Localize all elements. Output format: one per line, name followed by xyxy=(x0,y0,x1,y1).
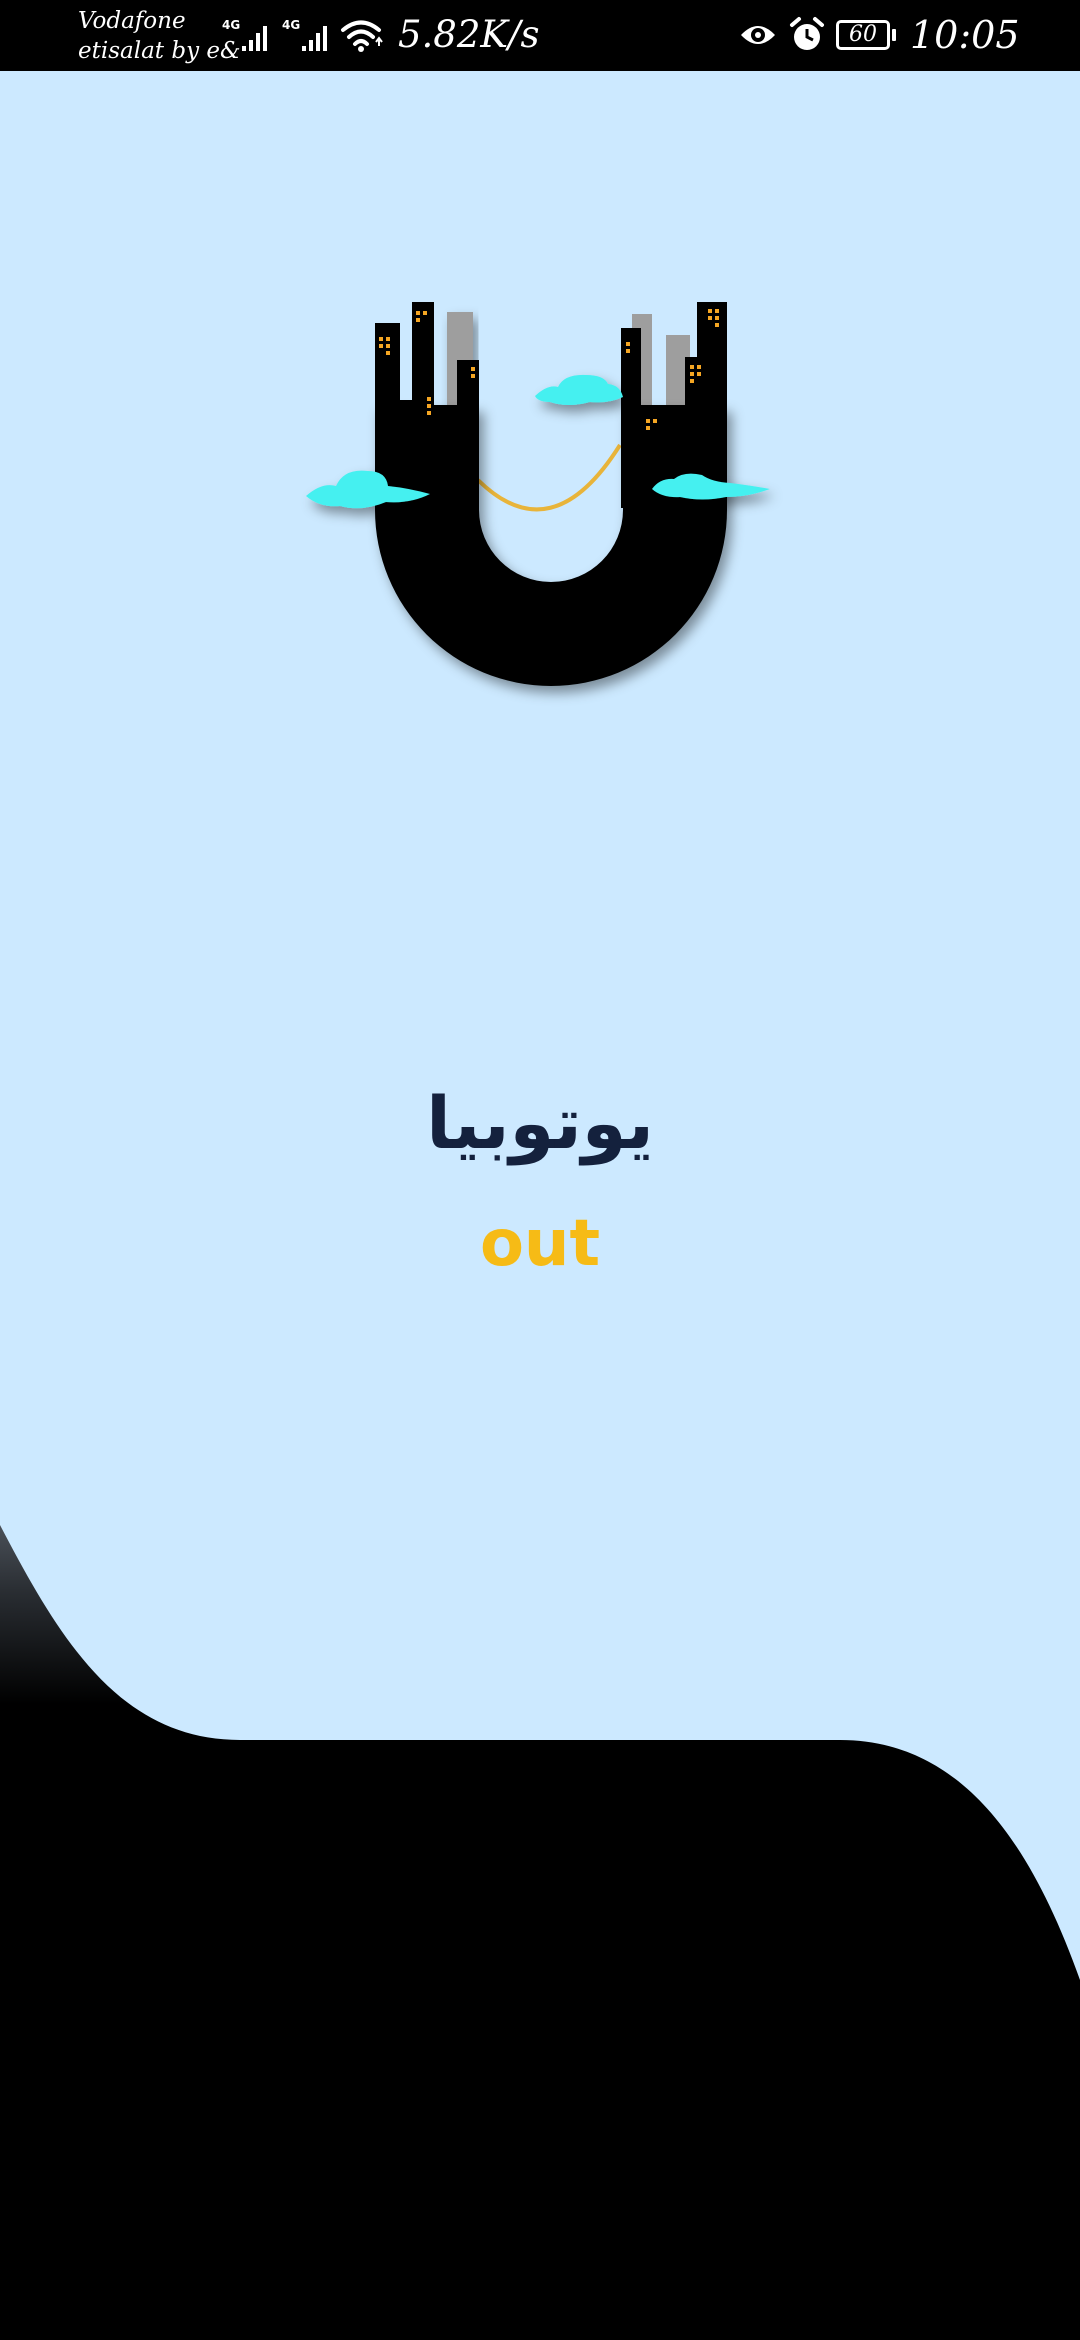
bottom-wave xyxy=(0,1525,1080,2340)
wifi-icon xyxy=(341,20,383,52)
app-subtitle: out xyxy=(479,1207,601,1281)
network-type-1: 4G xyxy=(222,18,240,32)
carrier-name-2: etisalat by e& xyxy=(78,38,241,64)
network-type-2: 4G xyxy=(282,18,300,32)
eye-icon xyxy=(741,26,775,44)
app-title: يوتوبيا xyxy=(426,1081,654,1165)
status-bar: Vodafone etisalat by e& 4G 4G 5.82K/s 60… xyxy=(0,0,1080,71)
signal-icon: 4G xyxy=(282,18,327,51)
battery-icon: 60 xyxy=(836,20,896,50)
signal-icon: 4G xyxy=(222,18,267,51)
alarm-icon xyxy=(790,17,824,50)
network-speed: 5.82K/s xyxy=(398,13,540,56)
carrier-name-1: Vodafone xyxy=(78,8,186,34)
city-u-logo-icon xyxy=(306,302,770,686)
clock: 10:05 xyxy=(910,13,1020,57)
carrier-names: Vodafone etisalat by e& xyxy=(78,6,240,66)
